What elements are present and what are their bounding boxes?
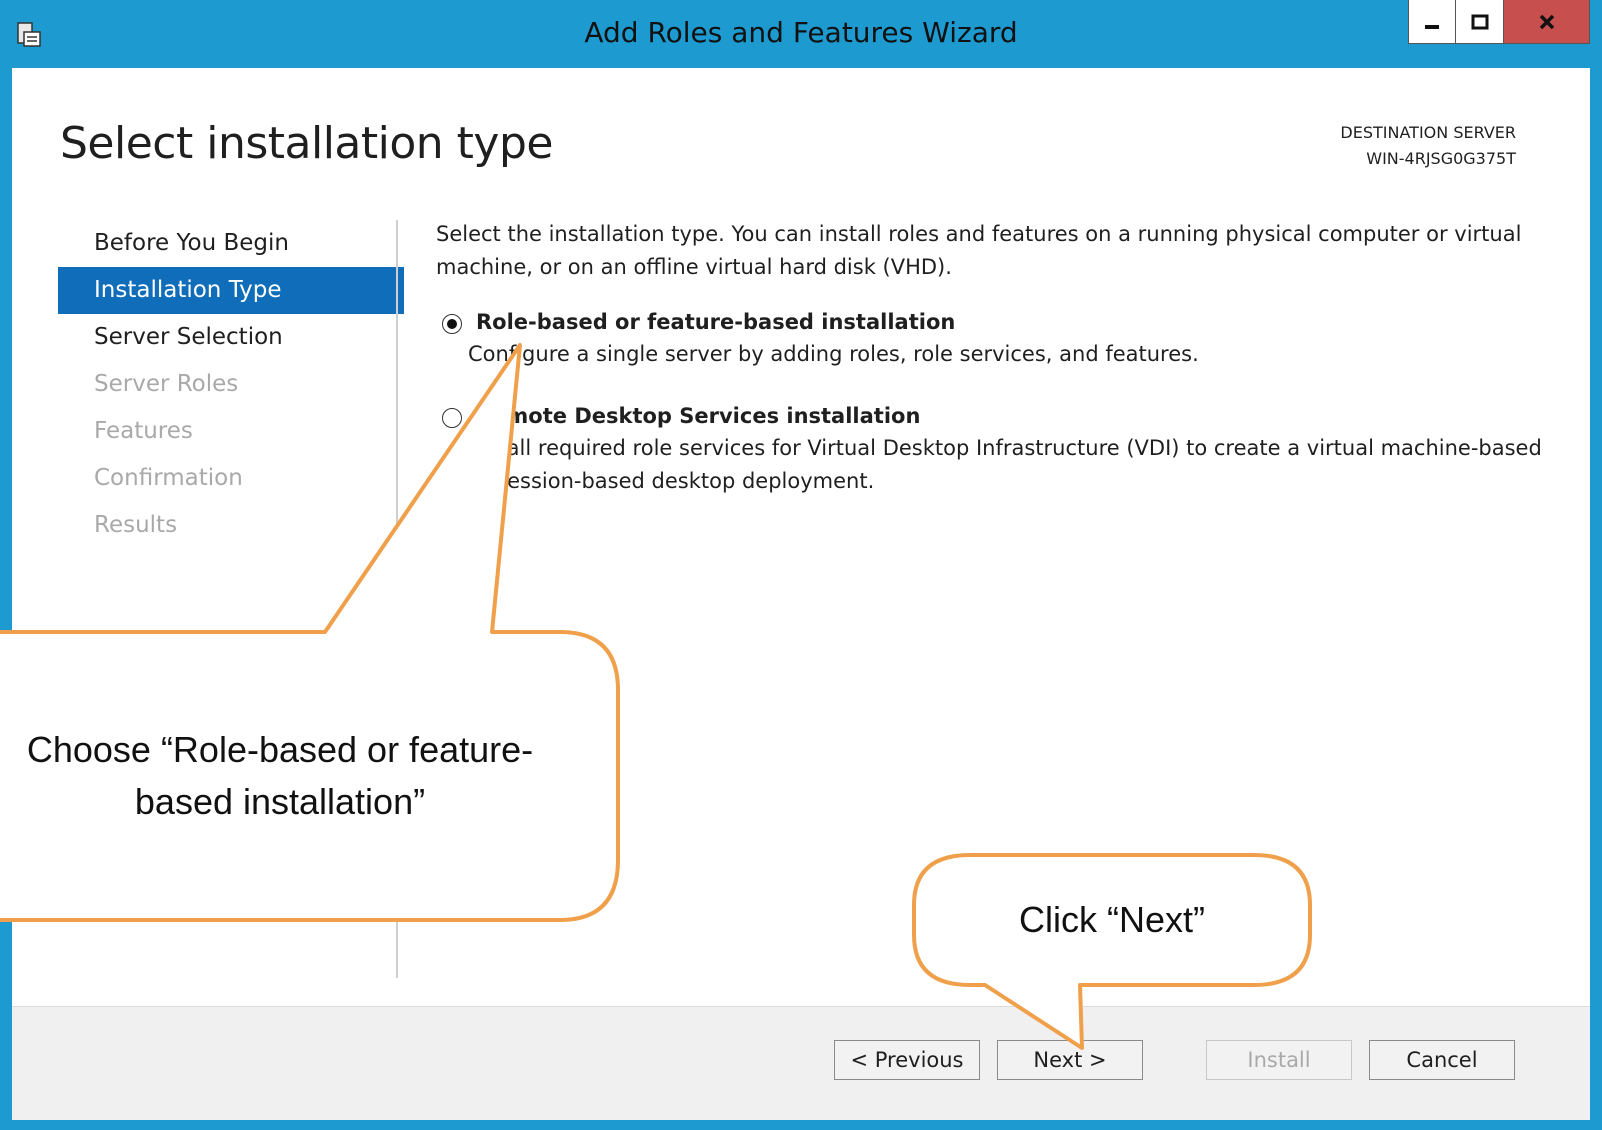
role-based-description: Configure a single server by adding role… — [468, 342, 1199, 366]
role-based-radio[interactable] — [442, 314, 462, 334]
wizard-window: Add Roles and Features Wizard Select ins… — [0, 0, 1602, 1130]
page-title: Select installation type — [60, 118, 553, 169]
next-button[interactable]: Next > — [997, 1040, 1143, 1080]
maximize-icon — [1471, 14, 1488, 29]
window-title: Add Roles and Features Wizard — [584, 16, 1018, 49]
role-based-label[interactable]: Role-based or feature-based installation — [476, 310, 955, 334]
maximize-button[interactable] — [1456, 0, 1504, 44]
remote-desktop-label[interactable]: Remote Desktop Services installation — [476, 404, 920, 428]
next-callout-text: Click “Next” — [1019, 899, 1205, 940]
nav-item-features: Features — [94, 418, 193, 444]
remote-desktop-description-line-1: Install required role services for Virtu… — [468, 436, 1542, 460]
nav-item-results: Results — [94, 512, 178, 538]
close-icon — [1539, 14, 1554, 29]
main-panel: Select the installation type. You can in… — [436, 218, 1542, 493]
nav-item-confirmation: Confirmation — [94, 465, 243, 491]
minimize-button[interactable] — [1408, 0, 1456, 44]
destination-server-name: WIN-4RJSG0G375T — [1366, 149, 1516, 168]
destination-server-info: DESTINATION SERVER WIN-4RJSG0G375T — [1340, 120, 1516, 172]
install-button: Install — [1206, 1040, 1352, 1080]
description-line-2: machine, or on an offline virtual hard d… — [436, 255, 952, 279]
minimize-icon — [1425, 24, 1439, 29]
cancel-button[interactable]: Cancel — [1369, 1040, 1515, 1080]
close-button[interactable] — [1504, 0, 1590, 44]
title-bar[interactable]: Add Roles and Features Wizard — [0, 0, 1602, 68]
wizard-content: Select installation type DESTINATION SER… — [12, 68, 1590, 1120]
nav-item-before-you-begin[interactable]: Before You Begin — [58, 220, 404, 267]
role-based-callout-line-1: Choose “Role-based or feature- — [26, 729, 534, 770]
previous-button[interactable]: < Previous — [834, 1040, 980, 1080]
nav-item-installation-type[interactable]: Installation Type — [58, 267, 404, 314]
nav-item-server-selection[interactable]: Server Selection — [58, 314, 404, 361]
remote-desktop-radio[interactable] — [442, 408, 462, 428]
description-line-1: Select the installation type. You can in… — [436, 222, 1522, 246]
destination-label: DESTINATION SERVER — [1340, 123, 1516, 142]
role-based-callout-text: Choose “Role-based or feature- based ins… — [0, 724, 600, 828]
nav-item-server-roles: Server Roles — [94, 371, 239, 397]
wizard-steps-nav: Before You Begin Installation Type Serve… — [58, 220, 404, 549]
wizard-footer: < Previous Next > Install Cancel — [12, 1006, 1590, 1120]
nav-divider — [396, 220, 398, 978]
remote-desktop-description-line-2: or session-based desktop deployment. — [468, 469, 875, 493]
role-based-callout-line-2: based installation” — [134, 781, 426, 822]
